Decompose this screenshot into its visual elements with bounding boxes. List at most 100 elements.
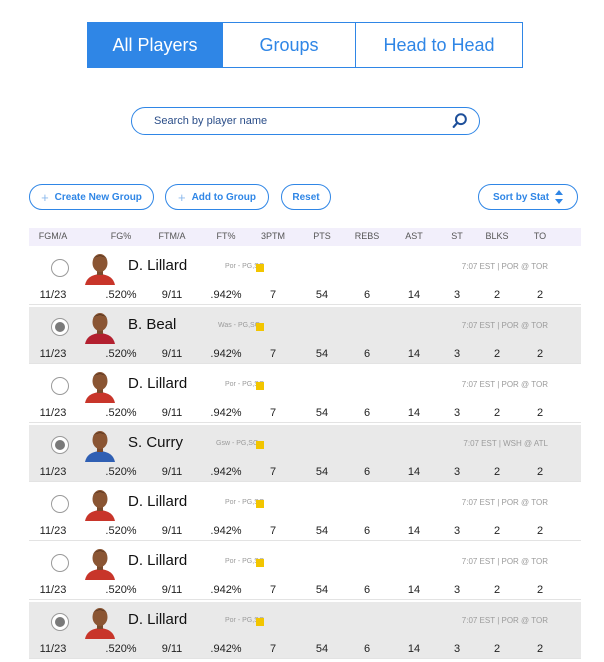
- stat-st: 3: [453, 643, 461, 655]
- player-team-position: Gsw - PG,SG: [216, 440, 259, 447]
- stat-rebs: 6: [363, 525, 371, 537]
- stat-blks: 2: [493, 348, 501, 360]
- select-radio[interactable]: [51, 495, 69, 513]
- sort-label: Sort by Stat: [492, 191, 550, 203]
- stat-ftm-a: 9/11: [161, 289, 183, 301]
- stat-rebs: 6: [363, 466, 371, 478]
- stat-blks: 2: [493, 466, 501, 478]
- status-badge: [256, 559, 264, 567]
- stat-3ptm: 7: [269, 289, 277, 301]
- stat-ast: 14: [407, 643, 421, 655]
- select-radio[interactable]: [51, 613, 69, 631]
- game-info: 7:07 EST | POR @ TOR: [461, 262, 548, 271]
- stat-ft-pct: .942%: [210, 348, 242, 360]
- player-row[interactable]: B. Beal Was - PG,SG 7:07 EST | POR @ TOR…: [29, 307, 581, 364]
- player-name[interactable]: D. Lillard: [128, 611, 187, 628]
- stat-3ptm: 7: [269, 466, 277, 478]
- stat-fg-pct: .520%: [105, 348, 137, 360]
- player-avatar: [85, 313, 115, 344]
- stat-blks: 2: [493, 407, 501, 419]
- stat-st: 3: [453, 466, 461, 478]
- player-row[interactable]: D. Lillard Por - PG,SG 7:07 EST | POR @ …: [29, 543, 581, 600]
- player-name[interactable]: B. Beal: [128, 316, 176, 333]
- stat-to: 2: [536, 289, 544, 301]
- player-avatar: [85, 490, 115, 521]
- game-info: 7:07 EST | POR @ TOR: [461, 557, 548, 566]
- sort-by-stat-button[interactable]: Sort by Stat: [478, 184, 578, 210]
- stat-ftm-a: 9/11: [161, 348, 183, 360]
- stat-ft-pct: .942%: [210, 466, 242, 478]
- stat-blks: 2: [493, 643, 501, 655]
- game-info: 7:07 EST | WSH @ ATL: [463, 439, 548, 448]
- create-new-group-button[interactable]: + Create New Group: [29, 184, 154, 210]
- stat-ast: 14: [407, 466, 421, 478]
- stat-pts: 54: [315, 643, 329, 655]
- stat-fg-pct: .520%: [105, 584, 137, 596]
- player-row[interactable]: D. Lillard Por - PG,SG 7:07 EST | POR @ …: [29, 484, 581, 541]
- header-3ptm: 3PTM: [260, 231, 286, 241]
- stat-rebs: 6: [363, 407, 371, 419]
- stat-st: 3: [453, 348, 461, 360]
- player-row[interactable]: S. Curry Gsw - PG,SG 7:07 EST | WSH @ AT…: [29, 425, 581, 482]
- stat-pts: 54: [315, 525, 329, 537]
- player-avatar: [85, 372, 115, 403]
- stat-pts: 54: [315, 348, 329, 360]
- stat-ft-pct: .942%: [210, 407, 242, 419]
- stat-to: 2: [536, 348, 544, 360]
- add-to-group-button[interactable]: + Add to Group: [165, 184, 269, 210]
- stat-pts: 54: [315, 584, 329, 596]
- player-name[interactable]: D. Lillard: [128, 257, 187, 274]
- status-badge: [256, 264, 264, 272]
- stat-ast: 14: [407, 407, 421, 419]
- player-avatar: [85, 254, 115, 285]
- header-ft-pct: FT%: [216, 231, 236, 241]
- stat-pts: 54: [315, 289, 329, 301]
- stat-ft-pct: .942%: [210, 584, 242, 596]
- header-fg-pct: FG%: [110, 231, 132, 241]
- game-info: 7:07 EST | POR @ TOR: [461, 321, 548, 330]
- game-info: 7:07 EST | POR @ TOR: [461, 380, 548, 389]
- player-name[interactable]: D. Lillard: [128, 493, 187, 510]
- header-to: TO: [533, 231, 547, 241]
- stat-ftm-a: 9/11: [161, 525, 183, 537]
- status-badge: [256, 441, 264, 449]
- tab-all-players[interactable]: All Players: [88, 23, 222, 67]
- stat-to: 2: [536, 643, 544, 655]
- search-icon[interactable]: [451, 112, 469, 130]
- player-row[interactable]: D. Lillard Por - PG,SG 7:07 EST | POR @ …: [29, 366, 581, 423]
- player-name[interactable]: D. Lillard: [128, 552, 187, 569]
- stat-3ptm: 7: [269, 348, 277, 360]
- player-name[interactable]: S. Curry: [128, 434, 183, 451]
- player-name[interactable]: D. Lillard: [128, 375, 187, 392]
- select-radio[interactable]: [51, 377, 69, 395]
- tab-head-to-head[interactable]: Head to Head: [355, 23, 522, 67]
- search-bar: [131, 107, 480, 135]
- select-radio[interactable]: [51, 318, 69, 336]
- select-radio[interactable]: [51, 554, 69, 572]
- game-info: 7:07 EST | POR @ TOR: [461, 498, 548, 507]
- stat-blks: 2: [493, 584, 501, 596]
- header-ftm-a: FTM/A: [158, 231, 186, 241]
- stat-ft-pct: .942%: [210, 525, 242, 537]
- stat-st: 3: [453, 525, 461, 537]
- player-team-position: Was - PG,SG: [218, 322, 261, 329]
- tab-groups[interactable]: Groups: [222, 23, 355, 67]
- stat-ftm-a: 9/11: [161, 466, 183, 478]
- stat-ast: 14: [407, 348, 421, 360]
- view-tabs: All Players Groups Head to Head: [87, 22, 523, 68]
- player-row[interactable]: D. Lillard Por - PG,SG 7:07 EST | POR @ …: [29, 602, 581, 659]
- stat-fgm-a: 11/23: [39, 407, 67, 419]
- search-input[interactable]: [152, 114, 451, 128]
- reset-button[interactable]: Reset: [281, 184, 331, 210]
- player-row[interactable]: D. Lillard Por - PG,SG 7:07 EST | POR @ …: [29, 248, 581, 305]
- header-rebs: REBS: [354, 231, 380, 241]
- stat-blks: 2: [493, 525, 501, 537]
- header-blks: BLKS: [485, 231, 509, 241]
- select-radio[interactable]: [51, 436, 69, 454]
- player-avatar: [85, 549, 115, 580]
- player-avatar: [85, 431, 115, 462]
- stat-ast: 14: [407, 525, 421, 537]
- stat-st: 3: [453, 289, 461, 301]
- stat-3ptm: 7: [269, 584, 277, 596]
- select-radio[interactable]: [51, 259, 69, 277]
